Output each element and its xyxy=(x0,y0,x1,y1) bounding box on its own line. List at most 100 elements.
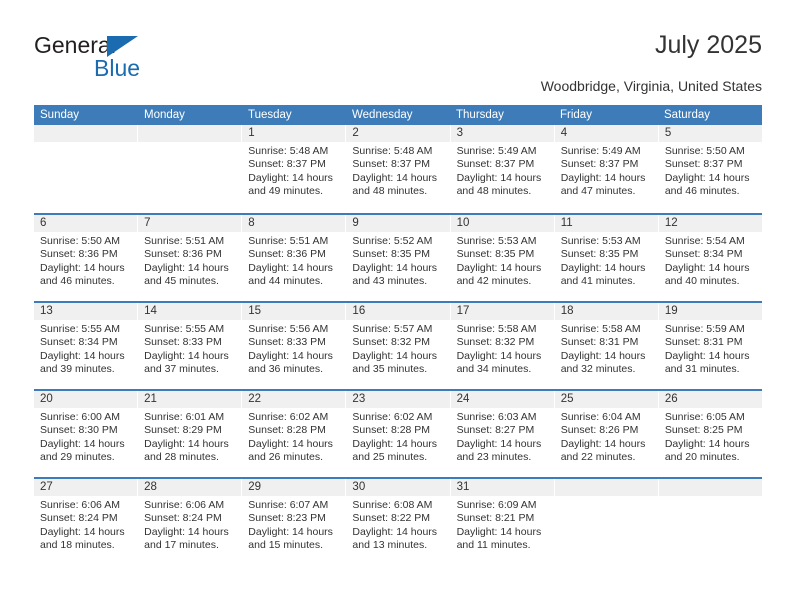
day-cell-5[interactable]: 5 Sunrise: 5:50 AM Sunset: 8:37 PM Daylight… xyxy=(657,125,762,213)
day-cell-22[interactable]: 22 Sunrise: 6:02 AM Sunset: 8:28 PM Dayligh… xyxy=(241,391,346,477)
day-number: 27 xyxy=(34,479,138,496)
day-cell-1[interactable]: 1 Sunrise: 5:48 AM Sunset: 8:37 PM Daylight… xyxy=(241,125,346,213)
page-header: General Blue July 2025 Woodbridge, Virgi… xyxy=(34,30,762,100)
day-sun-info: Sunrise: 6:07 AM Sunset: 8:23 PM Daylight:… xyxy=(242,496,345,552)
daylight-text-line1: Daylight: 14 hours xyxy=(248,437,333,450)
day-sun-info xyxy=(555,496,658,499)
sunrise-text: Sunrise: 5:48 AM xyxy=(352,145,433,157)
sunrise-text: Sunrise: 6:09 AM xyxy=(456,499,537,511)
day-cell-15[interactable]: 15 Sunrise: 5:56 AM Sunset: 8:33 PM Dayligh… xyxy=(241,303,346,389)
day-cell-13[interactable]: 13 Sunrise: 5:55 AM Sunset: 8:34 PM Dayligh… xyxy=(34,303,138,389)
day-cell-31[interactable]: 31 Sunrise: 6:09 AM Sunset: 8:21 PM Dayligh… xyxy=(449,479,554,565)
sunrise-text: Sunrise: 5:50 AM xyxy=(664,145,745,157)
daylight-text-line2: and 47 minutes. xyxy=(560,184,636,197)
daylight-text-line1: Daylight: 14 hours xyxy=(248,261,333,274)
day-cell-19[interactable]: 19 Sunrise: 5:59 AM Sunset: 8:31 PM Dayligh… xyxy=(657,303,762,389)
daylight-text-line1: Daylight: 14 hours xyxy=(248,349,333,362)
calendar-weeks: 1 Sunrise: 5:48 AM Sunset: 8:37 PM Daylight… xyxy=(34,125,762,565)
daylight-text-line2: and 36 minutes. xyxy=(248,362,323,375)
daylight-text-line2: and 46 minutes. xyxy=(664,184,740,197)
day-number: 5 xyxy=(658,125,762,142)
day-sun-info xyxy=(659,496,762,499)
page-subtitle-location: Woodbridge, Virginia, United States xyxy=(540,78,762,94)
day-cell-14[interactable]: 14 Sunrise: 5:55 AM Sunset: 8:33 PM Dayligh… xyxy=(137,303,242,389)
weekday-header-monday: Monday xyxy=(144,109,185,121)
weekday-header-saturday: Saturday xyxy=(664,109,711,121)
day-sun-info: Sunrise: 6:09 AM Sunset: 8:21 PM Daylight:… xyxy=(451,496,554,552)
day-number: 8 xyxy=(242,215,346,232)
daylight-text-line1: Daylight: 14 hours xyxy=(456,261,542,274)
day-number: 24 xyxy=(450,391,554,408)
daylight-text-line2: and 44 minutes. xyxy=(248,274,323,287)
sunset-text: Sunset: 8:35 PM xyxy=(456,248,535,261)
daylight-text-line1: Daylight: 14 hours xyxy=(664,437,750,450)
daylight-text-line1: Daylight: 14 hours xyxy=(456,437,542,450)
day-cell-4[interactable]: 4 Sunrise: 5:49 AM Sunset: 8:37 PM Daylight… xyxy=(553,125,658,213)
sunset-text: Sunset: 8:36 PM xyxy=(40,248,118,261)
day-cell-29[interactable]: 29 Sunrise: 6:07 AM Sunset: 8:23 PM Dayligh… xyxy=(241,479,346,565)
day-cell-7[interactable]: 7 Sunrise: 5:51 AM Sunset: 8:36 PM Daylight… xyxy=(137,215,242,301)
day-cell-9[interactable]: 9 Sunrise: 5:52 AM Sunset: 8:35 PM Daylight… xyxy=(345,215,450,301)
sunrise-text: Sunrise: 5:55 AM xyxy=(144,323,225,335)
daylight-text-line2: and 28 minutes. xyxy=(144,450,219,463)
day-sun-info: Sunrise: 5:53 AM Sunset: 8:35 PM Daylight:… xyxy=(555,232,658,288)
day-cell-2[interactable]: 2 Sunrise: 5:48 AM Sunset: 8:37 PM Daylight… xyxy=(345,125,450,213)
day-number: 28 xyxy=(138,479,242,496)
daylight-text-line1: Daylight: 14 hours xyxy=(40,349,125,362)
day-cell-28[interactable]: 28 Sunrise: 6:06 AM Sunset: 8:24 PM Dayligh… xyxy=(137,479,242,565)
day-number: 1 xyxy=(242,125,346,142)
day-cell-18[interactable]: 18 Sunrise: 5:58 AM Sunset: 8:31 PM Dayligh… xyxy=(553,303,658,389)
sunrise-text: Sunrise: 6:08 AM xyxy=(352,499,433,511)
daylight-text-line1: Daylight: 14 hours xyxy=(144,437,229,450)
day-sun-info: Sunrise: 5:51 AM Sunset: 8:36 PM Daylight:… xyxy=(242,232,345,288)
sunset-text: Sunset: 8:34 PM xyxy=(664,248,743,261)
sunset-text: Sunset: 8:24 PM xyxy=(40,512,118,525)
day-cell-27[interactable]: 27 Sunrise: 6:06 AM Sunset: 8:24 PM Dayligh… xyxy=(34,479,138,565)
daylight-text-line2: and 23 minutes. xyxy=(456,450,532,463)
daylight-text-line2: and 11 minutes. xyxy=(456,538,531,551)
sunrise-text: Sunrise: 5:59 AM xyxy=(664,323,745,335)
sunset-text: Sunset: 8:37 PM xyxy=(560,158,639,171)
sunrise-text: Sunrise: 5:58 AM xyxy=(560,323,641,335)
day-number: 20 xyxy=(34,391,138,408)
sunset-text: Sunset: 8:36 PM xyxy=(144,248,222,261)
logo-text-blue: Blue xyxy=(94,55,141,81)
day-cell-3[interactable]: 3 Sunrise: 5:49 AM Sunset: 8:37 PM Daylight… xyxy=(449,125,554,213)
day-cell-25[interactable]: 25 Sunrise: 6:04 AM Sunset: 8:26 PM Dayligh… xyxy=(553,391,658,477)
day-cell-11[interactable]: 11 Sunrise: 5:53 AM Sunset: 8:35 PM Dayligh… xyxy=(553,215,658,301)
sunset-text: Sunset: 8:28 PM xyxy=(248,424,326,437)
day-cell-empty xyxy=(34,125,138,213)
day-sun-info: Sunrise: 5:52 AM Sunset: 8:35 PM Daylight:… xyxy=(346,232,449,288)
sunset-text: Sunset: 8:31 PM xyxy=(560,336,639,349)
day-cell-23[interactable]: 23 Sunrise: 6:02 AM Sunset: 8:28 PM Dayligh… xyxy=(345,391,450,477)
sunset-text: Sunset: 8:24 PM xyxy=(144,512,222,525)
daylight-text-line1: Daylight: 14 hours xyxy=(352,525,438,538)
daylight-text-line2: and 26 minutes. xyxy=(248,450,323,463)
day-number: 2 xyxy=(346,125,450,142)
day-cell-8[interactable]: 8 Sunrise: 5:51 AM Sunset: 8:36 PM Daylight… xyxy=(241,215,346,301)
daylight-text-line1: Daylight: 14 hours xyxy=(560,437,646,450)
day-sun-info: Sunrise: 6:03 AM Sunset: 8:27 PM Daylight:… xyxy=(451,408,554,464)
day-number: 7 xyxy=(138,215,242,232)
day-number: 25 xyxy=(554,391,658,408)
day-number: 14 xyxy=(138,303,242,320)
day-sun-info: Sunrise: 5:48 AM Sunset: 8:37 PM Daylight:… xyxy=(242,142,345,198)
daylight-text-line1: Daylight: 14 hours xyxy=(248,525,333,538)
sunrise-text: Sunrise: 5:58 AM xyxy=(456,323,537,335)
day-cell-20[interactable]: 20 Sunrise: 6:00 AM Sunset: 8:30 PM Dayligh… xyxy=(34,391,138,477)
day-sun-info: Sunrise: 5:55 AM Sunset: 8:33 PM Daylight:… xyxy=(138,320,241,376)
day-cell-21[interactable]: 21 Sunrise: 6:01 AM Sunset: 8:29 PM Dayligh… xyxy=(137,391,242,477)
day-cell-26[interactable]: 26 Sunrise: 6:05 AM Sunset: 8:25 PM Dayligh… xyxy=(657,391,762,477)
daylight-text-line2: and 46 minutes. xyxy=(40,274,115,287)
day-cell-30[interactable]: 30 Sunrise: 6:08 AM Sunset: 8:22 PM Dayligh… xyxy=(345,479,450,565)
sunset-text: Sunset: 8:37 PM xyxy=(456,158,535,171)
day-cell-16[interactable]: 16 Sunrise: 5:57 AM Sunset: 8:32 PM Dayligh… xyxy=(345,303,450,389)
sunset-text: Sunset: 8:32 PM xyxy=(352,336,431,349)
day-cell-12[interactable]: 12 Sunrise: 5:54 AM Sunset: 8:34 PM Dayligh… xyxy=(657,215,762,301)
daylight-text-line1: Daylight: 14 hours xyxy=(664,171,750,184)
day-cell-6[interactable]: 6 Sunrise: 5:50 AM Sunset: 8:36 PM Daylight… xyxy=(34,215,138,301)
sunrise-text: Sunrise: 6:07 AM xyxy=(248,499,329,511)
day-cell-17[interactable]: 17 Sunrise: 5:58 AM Sunset: 8:32 PM Dayligh… xyxy=(449,303,554,389)
day-cell-10[interactable]: 10 Sunrise: 5:53 AM Sunset: 8:35 PM Dayligh… xyxy=(449,215,554,301)
day-cell-24[interactable]: 24 Sunrise: 6:03 AM Sunset: 8:27 PM Dayligh… xyxy=(449,391,554,477)
